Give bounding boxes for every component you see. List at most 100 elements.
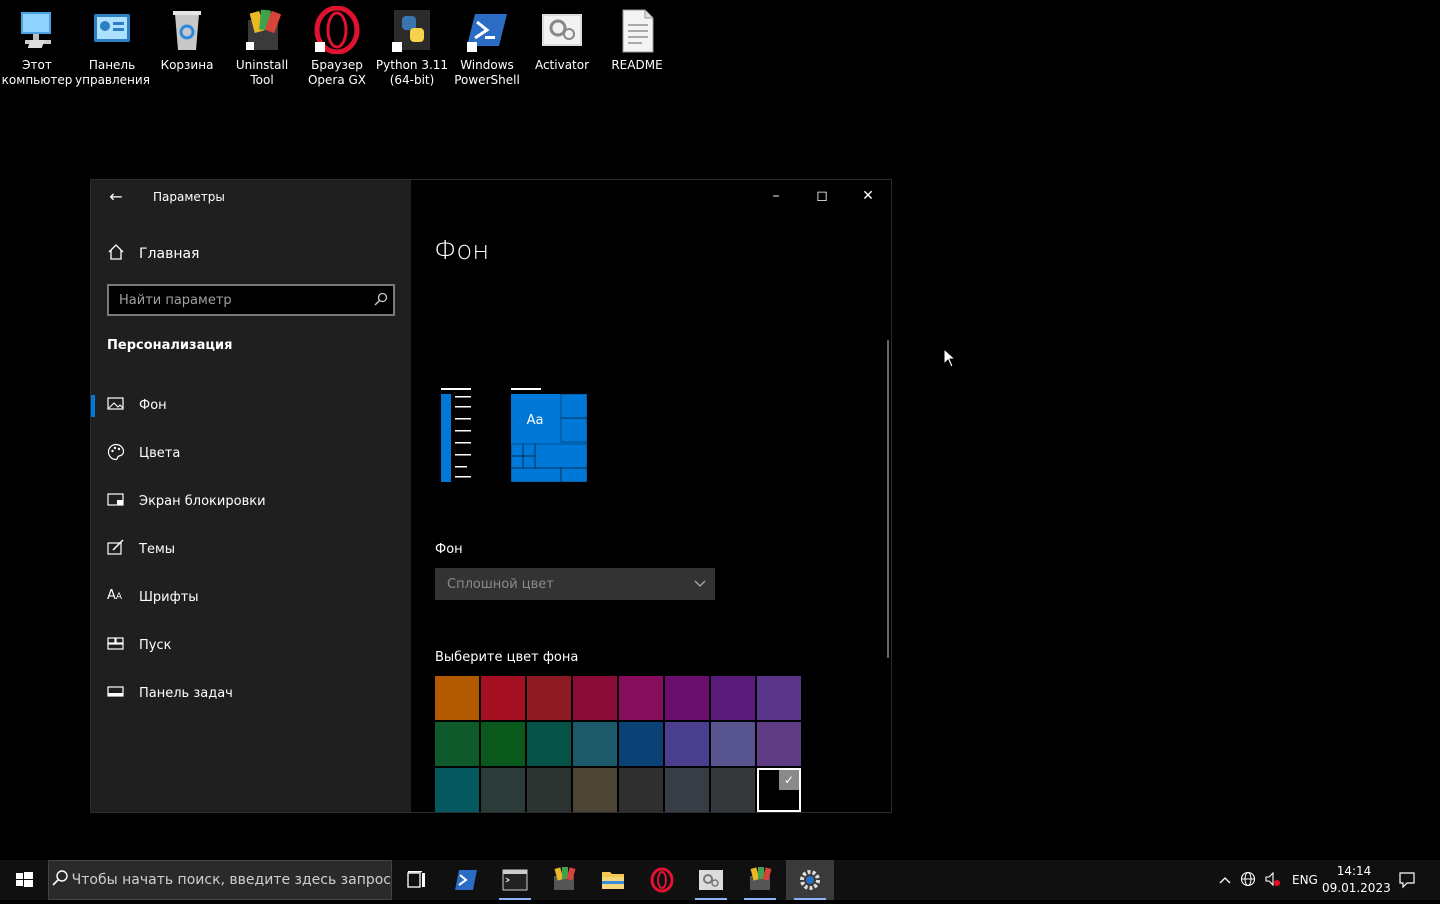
windows-logo-icon (16, 872, 33, 887)
start-button[interactable] (0, 860, 48, 900)
taskbar-icon (107, 683, 125, 701)
desktop-icon-recycle-bin[interactable]: Корзина (150, 6, 224, 73)
desktop-icon-python[interactable]: Python 3.11 (64-bit) (375, 6, 449, 88)
settings-content: – ◻ ✕ Фон Aa Фон Сплошной цвет Выберите … (411, 180, 957, 812)
control-panel-icon (88, 6, 136, 54)
back-button[interactable]: ← (105, 186, 127, 208)
terminal-icon (502, 869, 528, 891)
desktop-icon-label: Браузер Opera GX (307, 58, 367, 87)
color-swatch[interactable] (665, 676, 709, 720)
taskbar-archiver-2[interactable] (736, 860, 784, 900)
color-swatch[interactable] (481, 676, 525, 720)
desktop-icon-activator[interactable]: Activator (525, 6, 599, 73)
nav-label: Цвета (139, 445, 181, 461)
color-swatch[interactable] (619, 768, 663, 812)
language-indicator[interactable]: ENG (1292, 873, 1318, 887)
network-globe-icon[interactable] (1236, 871, 1260, 890)
taskbar-file-explorer[interactable] (589, 860, 637, 900)
color-swatch[interactable] (527, 722, 571, 766)
computer-icon (13, 6, 61, 54)
scrollbar[interactable] (887, 340, 889, 658)
settings-icon (800, 870, 820, 890)
taskbar-search[interactable]: Чтобы начать поиск, введите здесь запрос (48, 860, 392, 900)
desktop-icon-readme[interactable]: README (600, 6, 674, 73)
volume-muted-icon[interactable] (1260, 871, 1284, 890)
color-swatch[interactable] (481, 722, 525, 766)
activator-icon (699, 870, 723, 890)
action-center-button[interactable] (1392, 860, 1422, 900)
maximize-icon: ◻ (816, 188, 828, 204)
nav-item-colors[interactable]: Цвета (91, 433, 411, 473)
color-swatch-grid: ✓ (435, 676, 803, 812)
color-swatch[interactable] (665, 722, 709, 766)
desktop-icon-control-panel[interactable]: Панель управления (75, 6, 150, 88)
color-swatch[interactable] (757, 722, 801, 766)
maximize-button[interactable]: ◻ (799, 180, 845, 212)
system-tray: ENG (1214, 860, 1318, 900)
color-swatch[interactable] (573, 722, 617, 766)
search-icon[interactable] (369, 291, 393, 310)
taskbar-archiver[interactable] (540, 860, 588, 900)
nav-item-fonts[interactable]: AA Шрифты (91, 577, 411, 617)
settings-sidebar: ← Параметры Главная Персонализация Фон (91, 180, 411, 812)
fonts-icon: AA (107, 588, 123, 603)
nav-item-themes[interactable]: Темы (91, 529, 411, 569)
color-swatch[interactable] (711, 722, 755, 766)
background-type-dropdown[interactable]: Сплошной цвет (435, 568, 715, 600)
desktop-icon-uninstall-tool[interactable]: Uninstall Tool (225, 6, 299, 88)
close-button[interactable]: ✕ (845, 180, 891, 212)
color-swatch[interactable] (573, 676, 617, 720)
taskbar-powershell[interactable] (442, 860, 490, 900)
settings-window: ← Параметры Главная Персонализация Фон (90, 179, 957, 813)
color-swatch[interactable]: ✓ (757, 768, 801, 812)
color-swatch[interactable] (665, 768, 709, 812)
color-swatch[interactable] (711, 768, 755, 812)
mouse-cursor-icon (943, 347, 957, 372)
taskbar-settings[interactable] (786, 860, 834, 900)
desktop-icon-label: Python 3.11 (64-bit) (375, 58, 449, 87)
home-link[interactable]: Главная (107, 242, 199, 266)
color-swatch[interactable] (619, 676, 663, 720)
search-input[interactable] (109, 291, 369, 309)
nav-item-background[interactable]: Фон (91, 385, 411, 425)
nav-item-lock-screen[interactable]: Экран блокировки (91, 481, 411, 521)
nav-item-start[interactable]: Пуск (91, 625, 411, 665)
color-swatch[interactable] (435, 722, 479, 766)
python-icon (388, 6, 436, 54)
desktop-icon-label: README (611, 58, 663, 72)
start-menu-preview-list (441, 388, 473, 482)
selection-indicator (91, 395, 95, 417)
desktop-icon-powershell[interactable]: Windows PowerShell (450, 6, 524, 88)
color-swatch[interactable] (527, 768, 571, 812)
taskbar-terminal[interactable] (491, 860, 539, 900)
minimize-button[interactable]: – (753, 180, 799, 212)
powershell-icon (463, 6, 511, 54)
desktop-icon-computer[interactable]: Этот компьютер (0, 6, 74, 88)
taskbar-activator[interactable] (687, 860, 735, 900)
nav-item-taskbar[interactable]: Панель задач (91, 673, 411, 713)
opera-gx-icon (650, 867, 674, 893)
color-swatch[interactable] (481, 768, 525, 812)
desktop-icon-label: Этот компьютер (1, 58, 73, 87)
uninstall-tool-icon (238, 6, 286, 54)
color-swatch[interactable] (435, 768, 479, 812)
color-swatch[interactable] (757, 676, 801, 720)
color-swatch[interactable] (573, 768, 617, 812)
file-explorer-icon (602, 872, 624, 889)
nav-label: Фон (139, 397, 167, 413)
dropdown-value: Сплошной цвет (447, 576, 554, 592)
color-swatch[interactable] (527, 676, 571, 720)
picture-icon (107, 395, 125, 413)
home-icon (107, 243, 125, 265)
desktop-icon-label: Uninstall Tool (235, 58, 289, 87)
color-swatch[interactable] (619, 722, 663, 766)
color-swatch[interactable] (711, 676, 755, 720)
chevron-up-icon[interactable] (1214, 873, 1236, 887)
desktop-icon-opera-gx[interactable]: Браузер Opera GX (300, 5, 374, 88)
taskbar-opera-gx[interactable] (638, 860, 686, 900)
archiver2-icon (750, 867, 772, 890)
nav-label: Темы (139, 541, 176, 557)
taskbar-task-view[interactable] (392, 860, 440, 900)
color-swatch[interactable] (435, 676, 479, 720)
clock[interactable]: 14:14 09.01.2023 (1322, 863, 1391, 897)
